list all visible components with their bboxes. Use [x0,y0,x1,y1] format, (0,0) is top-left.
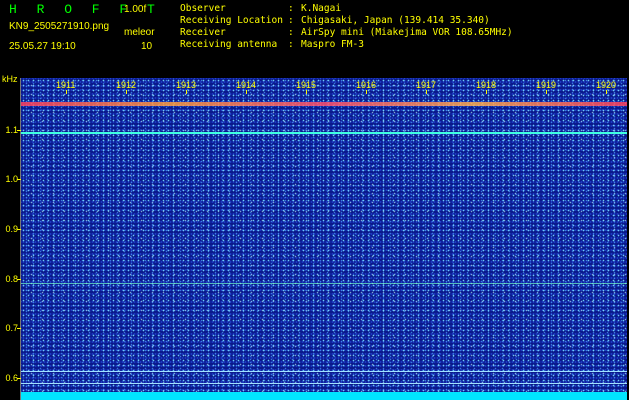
x-tick-mark [306,90,307,94]
y-tick-mark [17,378,21,379]
info-separator: : [288,3,294,14]
info-label: Receiver [180,27,226,38]
carrier-signal-line [21,102,627,106]
y-tick-mark [17,328,21,329]
info-value: Chigasaki, Japan (139.414 35.340) [301,15,490,26]
signal-line-0-8khz [21,283,627,284]
signal-line-0-63khz [21,383,627,384]
y-tick-label: 0.6 [5,373,18,383]
y-tick-label: 0.9 [5,224,18,234]
waterfall-spectrogram[interactable] [20,78,627,400]
x-tick-label: 1916 [356,80,377,90]
x-tick-mark [366,90,367,94]
x-tick-mark [486,90,487,94]
noise-floor-band [21,392,627,400]
info-observer: Observer: K.Nagai [180,3,341,14]
y-tick-mark [17,130,21,131]
info-location: Receiving Location: Chigasaki, Japan (139… [180,15,490,26]
capture-datetime: 25.05.27 19:10 [9,41,76,52]
info-separator: : [288,39,294,50]
x-tick-label: 1918 [476,80,497,90]
info-value: Maspro FM-3 [301,39,364,50]
y-tick-mark [17,229,21,230]
x-tick-label: 1912 [116,80,137,90]
x-tick-mark [126,90,127,94]
signal-line-0-65khz [21,371,627,372]
y-axis-unit: kHz [2,74,18,84]
x-tick-label: 1917 [416,80,437,90]
info-value: AirSpy mini (Miakejima VOR 108.65MHz) [301,27,513,38]
y-tick-mark [17,279,21,280]
y-tick-label: 1.1 [5,125,18,135]
x-tick-mark [606,90,607,94]
y-tick-label: 0.7 [5,323,18,333]
info-label: Receiving Location [180,15,283,26]
y-tick-label: 0.8 [5,274,18,284]
info-antenna: Receiving antenna: Maspro FM-3 [180,39,364,50]
interval-count: 10 [141,41,153,52]
info-value: K.Nagai [301,3,342,14]
x-tick-mark [246,90,247,94]
x-tick-mark [426,90,427,94]
x-tick-label: 1919 [536,80,557,90]
info-receiver: Receiver: AirSpy mini (Miakejima VOR 108.… [180,27,513,38]
image-filename: KN9_2505271910.png [9,21,110,32]
x-tick-label: 1915 [296,80,317,90]
header: H R O F F T 1.00f KN9_2505271910.png mel… [0,0,629,76]
info-label: Receiving antenna [180,39,278,50]
app-version: 1.00f [124,4,147,15]
info-separator: : [288,15,294,26]
x-tick-label: 1920 [596,80,617,90]
x-tick-mark [186,90,187,94]
x-tick-mark [66,90,67,94]
detection-mode: meleor [124,27,155,38]
y-tick-label: 1.0 [5,174,18,184]
y-tick-mark [17,179,21,180]
signal-line-1-1khz [21,132,627,134]
x-tick-label: 1911 [56,80,76,90]
info-separator: : [288,27,294,38]
info-label: Observer [180,3,226,14]
x-tick-mark [546,90,547,94]
x-tick-label: 1914 [236,80,257,90]
x-tick-label: 1913 [176,80,197,90]
